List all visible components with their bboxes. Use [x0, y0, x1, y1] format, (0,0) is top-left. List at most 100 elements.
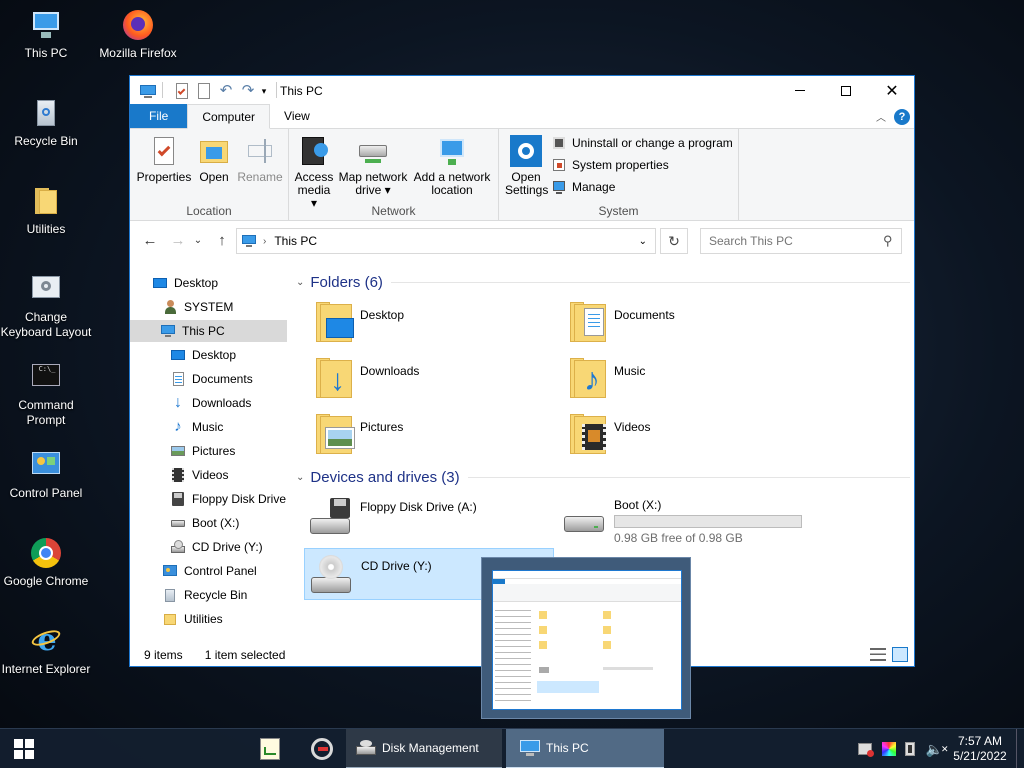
uninstall-icon — [551, 135, 567, 151]
close-button[interactable]: ✕ — [869, 76, 915, 105]
system-properties-button[interactable]: System properties — [551, 155, 669, 175]
open-settings-button[interactable]: Open Settings — [505, 135, 548, 197]
taskbar-button-disk-management[interactable]: Disk Management — [346, 729, 502, 768]
map-network-drive-button[interactable]: Map network drive ▾ — [337, 135, 409, 197]
tray-network-icon[interactable] — [856, 729, 874, 768]
windows-logo-icon — [14, 739, 34, 759]
folder-documents[interactable]: Documents — [568, 300, 675, 350]
recycle-bin-icon — [162, 587, 178, 603]
start-button[interactable] — [0, 729, 48, 768]
documents-folder-icon — [568, 300, 608, 346]
desktop-icon-recycle-bin[interactable]: Recycle Bin — [0, 96, 92, 149]
address-bar[interactable]: › This PC ⌄ — [236, 228, 656, 254]
taskbar: Disk Management This PC 🔈 ✕ 7:57 AM 5/21/… — [0, 728, 1024, 768]
recent-locations-button[interactable]: ⌄ — [192, 231, 204, 251]
undo-icon[interactable]: ↶ — [216, 81, 236, 101]
add-network-location-button[interactable]: Add a network location — [411, 135, 493, 197]
customize-quick-access-icon[interactable]: ▾ — [258, 81, 270, 101]
tray-color-icon[interactable] — [880, 729, 898, 768]
folder-videos[interactable]: Videos — [568, 412, 650, 462]
address-dropdown-icon[interactable]: ⌄ — [639, 236, 647, 247]
chevron-down-icon: ⌄ — [296, 472, 305, 483]
new-folder-icon[interactable] — [194, 81, 214, 101]
drive-icon — [560, 496, 606, 542]
folder-pictures[interactable]: Pictures — [314, 412, 403, 462]
tree-item-desktop[interactable]: Desktop — [152, 272, 309, 294]
pc-icon — [138, 81, 158, 101]
tray-volume-muted-icon[interactable]: 🔈 ✕ — [926, 729, 949, 768]
user-icon — [162, 299, 178, 315]
thumbnail-window-image — [492, 570, 682, 710]
minimize-button[interactable] — [777, 76, 823, 105]
ribbon-group-location: Properties Open Rename Location — [130, 129, 289, 221]
drive-boot[interactable]: Boot (X:) 0.98 GB free of 0.98 GB — [560, 496, 850, 548]
desktop-icon-internet-explorer[interactable]: e Internet Explorer — [0, 624, 92, 677]
folder-desktop[interactable]: Desktop — [314, 300, 404, 350]
network-location-icon — [436, 135, 468, 167]
drive-usage-bar — [614, 515, 802, 528]
large-icons-view-icon[interactable] — [892, 647, 908, 662]
taskbar-app-tool[interactable] — [304, 729, 340, 768]
breadcrumb[interactable]: This PC — [274, 234, 317, 248]
tab-view[interactable]: View — [270, 104, 324, 128]
videos-icon — [170, 467, 186, 483]
devices-section-header[interactable]: ⌄ Devices and drives (3) — [296, 469, 910, 486]
taskbar-app-chart[interactable] — [252, 729, 288, 768]
refresh-button[interactable]: ↻ — [660, 228, 688, 254]
search-input[interactable] — [709, 234, 879, 248]
rename-button[interactable]: Rename — [234, 135, 286, 184]
desktop-icon — [170, 347, 186, 363]
clock-time: 7:57 AM — [957, 734, 1003, 748]
manage-button[interactable]: Manage — [551, 177, 615, 197]
maximize-icon — [841, 85, 851, 96]
help-icon[interactable]: ? — [894, 109, 910, 125]
access-media-button[interactable]: Access media ▾ — [293, 135, 335, 210]
control-panel-icon — [162, 563, 178, 579]
pc-icon — [520, 740, 540, 756]
uninstall-program-button[interactable]: Uninstall or change a program — [551, 133, 733, 153]
title-bar[interactable]: ↶ ↷ ▾ This PC ✕ — [130, 76, 914, 105]
details-view-icon[interactable] — [870, 648, 886, 661]
desktop-icon-keyboard-layout[interactable]: Change Keyboard Layout — [0, 272, 92, 340]
navigation-bar: ← → ⌄ ↑ › This PC ⌄ ↻ ⚲ — [130, 221, 914, 261]
taskbar-thumbnail-preview[interactable]: ✕ — [481, 557, 691, 719]
firefox-icon — [121, 8, 155, 42]
folders-section-header[interactable]: ⌄ Folders (6) — [296, 274, 910, 291]
properties-icon[interactable] — [172, 81, 192, 101]
maximize-button[interactable] — [823, 76, 869, 105]
downloads-folder-icon: ↓ — [314, 356, 354, 402]
back-button[interactable]: ← — [140, 231, 160, 251]
open-button[interactable]: Open — [194, 135, 234, 184]
manage-icon — [551, 179, 567, 195]
taskbar-button-this-pc[interactable]: This PC — [506, 729, 664, 768]
desktop-icon-command-prompt[interactable]: C:\_ Command Prompt — [0, 360, 92, 428]
folder-downloads[interactable]: ↓ Downloads — [314, 356, 419, 406]
item-count: 9 items — [144, 648, 183, 662]
properties-button[interactable]: Properties — [136, 135, 192, 184]
tree-item-this-pc[interactable]: This PC — [130, 320, 287, 342]
desktop-icon-control-panel[interactable]: Control Panel — [0, 448, 92, 501]
up-button[interactable]: ↑ — [212, 231, 232, 251]
tray-color-profile-icon[interactable] — [902, 729, 918, 768]
minimize-icon — [795, 90, 805, 91]
desktop-icon-firefox[interactable]: Mozilla Firefox — [92, 8, 184, 61]
tray-clock[interactable]: 7:57 AM 5/21/2022 — [952, 729, 1008, 768]
forward-button[interactable]: → — [168, 231, 188, 251]
desktop-icon-chrome[interactable]: Google Chrome — [0, 536, 92, 589]
tab-file[interactable]: File — [130, 104, 188, 128]
folder-music[interactable]: ♪ Music — [568, 356, 645, 406]
music-folder-icon: ♪ — [568, 356, 608, 402]
search-box[interactable]: ⚲ — [700, 228, 902, 254]
show-desktop-button[interactable] — [1016, 729, 1024, 768]
media-icon — [298, 135, 330, 167]
collapse-ribbon-icon[interactable]: ︿ — [876, 109, 886, 124]
window-title: This PC — [280, 83, 323, 98]
selection-count: 1 item selected — [204, 648, 286, 662]
desktop-icon-this-pc[interactable]: This PC — [0, 8, 92, 61]
redo-icon[interactable]: ↷ — [238, 81, 258, 101]
documents-icon — [170, 371, 186, 387]
pictures-icon — [170, 443, 186, 459]
drive-floppy[interactable]: Floppy Disk Drive (A:) — [306, 496, 546, 548]
tab-computer[interactable]: Computer — [187, 104, 271, 129]
desktop-icon-utilities[interactable]: Utilities — [0, 184, 92, 237]
